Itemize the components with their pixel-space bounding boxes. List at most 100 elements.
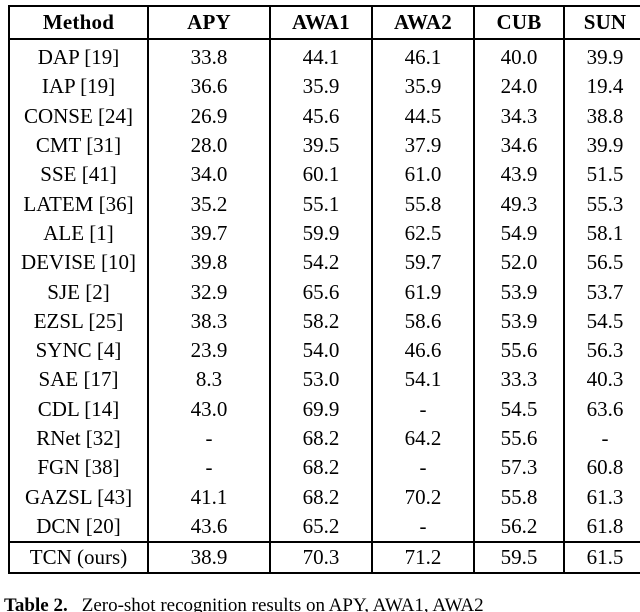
table-row: DAP [19] 33.8 44.1 46.1 40.0 39.9 [9, 43, 640, 73]
cell-value: 46.1 [371, 43, 474, 73]
cell-value: 54.1 [371, 365, 474, 395]
table-header: Method APY AWA1 AWA2 CUB SUN [9, 6, 640, 43]
table-row: SSE [41] 34.0 60.1 61.0 43.9 51.5 [9, 160, 640, 190]
cell-method: DEVISE [10] [21, 250, 136, 275]
cell-value: 40.0 [473, 43, 564, 73]
caption-text: Zero-shot recognition results on APY, AW… [81, 595, 484, 612]
cell-value: 59.7 [371, 248, 474, 278]
cell-value: - [371, 394, 474, 424]
cell-method: GAZSL [43] [24, 484, 133, 509]
column-header-apy: APY [147, 6, 270, 39]
cell-value: 58.2 [269, 306, 372, 336]
cell-method: TCN (ours) [9, 541, 148, 574]
table-row: LATEM [36] 35.2 55.1 55.8 49.3 55.3 [9, 189, 640, 219]
cell-method: DAP [19] [37, 45, 120, 70]
cell-value: 34.3 [473, 101, 564, 131]
page-root: Method APY AWA1 AWA2 CUB SUN DAP [19] 33.… [0, 0, 640, 612]
cell-value: 33.8 [147, 43, 270, 73]
cell-value: - [371, 511, 474, 543]
cell-value: 56.5 [563, 248, 640, 278]
table-caption: Table 2. Zero-shot recognition results on… [4, 594, 640, 612]
cell-value: 61.9 [371, 277, 474, 307]
cell-value: 60.8 [563, 453, 640, 483]
cell-value: 44.1 [269, 43, 372, 73]
cell-method: SSE [41] [40, 162, 117, 187]
cell-value: 38.3 [147, 306, 270, 336]
cell-value: - [147, 423, 270, 454]
cell-value: 55.1 [269, 189, 372, 219]
cell-value: 61.3 [563, 482, 640, 512]
cell-value: 54.5 [563, 306, 640, 336]
cell-value: 62.5 [371, 218, 474, 249]
cell-value: 70.3 [269, 541, 372, 574]
cell-value: 39.9 [563, 43, 640, 73]
cell-value: 53.0 [269, 365, 372, 395]
cell-value: 35.9 [269, 72, 372, 102]
results-table-container: Method APY AWA1 AWA2 CUB SUN DAP [19] 33.… [8, 5, 640, 575]
cell-method: SJE [2] [47, 279, 110, 304]
cell-value: 39.9 [563, 130, 640, 161]
cell-value: 64.2 [371, 423, 474, 454]
cell-value: 68.2 [269, 482, 372, 512]
table-body: DAP [19] 33.8 44.1 46.1 40.0 39.9 IAP [19] 36.6… [9, 43, 640, 574]
cell-value: 56.3 [563, 335, 640, 366]
cell-value: 53.9 [473, 277, 564, 307]
cell-value: 45.6 [269, 101, 372, 131]
cell-value: 51.5 [563, 160, 640, 190]
cell-method: CONSE [24] [23, 103, 134, 128]
cell-value: 33.3 [473, 365, 564, 395]
cell-value: 41.1 [147, 482, 270, 512]
column-header-sun: SUN [563, 6, 640, 39]
cell-value: 8.3 [147, 365, 270, 395]
table-row: SAE [17] 8.3 53.0 54.1 33.3 40.3 [9, 365, 640, 395]
cell-value: 34.0 [147, 160, 270, 190]
cell-value: 49.3 [473, 189, 564, 219]
table-row: DCN [20] 43.6 65.2-56.2 61.8 [9, 511, 640, 543]
table-row: CMT [31] 28.0 39.5 37.9 34.6 39.9 [9, 130, 640, 161]
cell-value: 43.9 [473, 160, 564, 190]
cell-value: 19.4 [563, 72, 640, 102]
column-header-awa2: AWA2 [371, 6, 474, 39]
cell-value: 65.6 [269, 277, 372, 307]
cell-value: 54.0 [269, 335, 372, 366]
cell-value: - [147, 453, 270, 483]
cell-value: 61.0 [371, 160, 474, 190]
cell-value: 55.6 [473, 423, 564, 454]
cell-value: 70.2 [371, 482, 474, 512]
table-row: GAZSL [43] 41.1 68.2 70.2 55.8 61.3 [9, 482, 640, 512]
cell-value: 35.2 [147, 189, 270, 219]
cell-value: 59.9 [269, 218, 372, 249]
cell-value: 61.8 [563, 511, 640, 543]
cell-value: 54.9 [473, 218, 564, 249]
cell-method: IAP [19] [41, 74, 116, 99]
cell-value: 39.5 [269, 130, 372, 161]
cell-value: 55.3 [563, 189, 640, 219]
cell-value: 58.1 [563, 218, 640, 249]
caption-label: Table 2. [4, 595, 68, 612]
table-row: IAP [19] 36.6 35.9 35.9 24.0 19.4 [9, 72, 640, 102]
cell-value: 59.5 [473, 541, 564, 574]
cell-method: CMT [31] [35, 133, 122, 158]
zero-shot-results-table: Method APY AWA1 AWA2 CUB SUN DAP [19] 33.… [8, 5, 640, 575]
cell-value: 43.0 [147, 394, 270, 424]
cell-value: 55.8 [473, 482, 564, 512]
cell-value: 68.2 [269, 453, 372, 483]
cell-value: 68.2 [269, 423, 372, 454]
column-header-awa1: AWA1 [269, 6, 372, 39]
table-row: SJE [2] 32.9 65.6 61.9 53.9 53.7 [9, 277, 640, 307]
cell-value: 34.6 [473, 130, 564, 161]
cell-method: CDL [14] [37, 396, 120, 421]
cell-value: 54.2 [269, 248, 372, 278]
cell-value: 38.8 [563, 101, 640, 131]
cell-value: 39.8 [147, 248, 270, 278]
table-row: DEVISE [10] 39.8 54.2 59.7 52.0 56.5 [9, 248, 640, 278]
cell-value: - [563, 423, 640, 454]
cell-value: 52.0 [473, 248, 564, 278]
table-row: EZSL [25] 38.3 58.2 58.6 53.9 54.5 [9, 306, 640, 336]
cell-value: 37.9 [371, 130, 474, 161]
cell-value: 58.6 [371, 306, 474, 336]
cell-value: 35.9 [371, 72, 474, 102]
table-row: SYNC [4] 23.9 54.0 46.6 55.6 56.3 [9, 335, 640, 366]
cell-method: FGN [38] [37, 455, 120, 480]
cell-value: 39.7 [147, 218, 270, 249]
